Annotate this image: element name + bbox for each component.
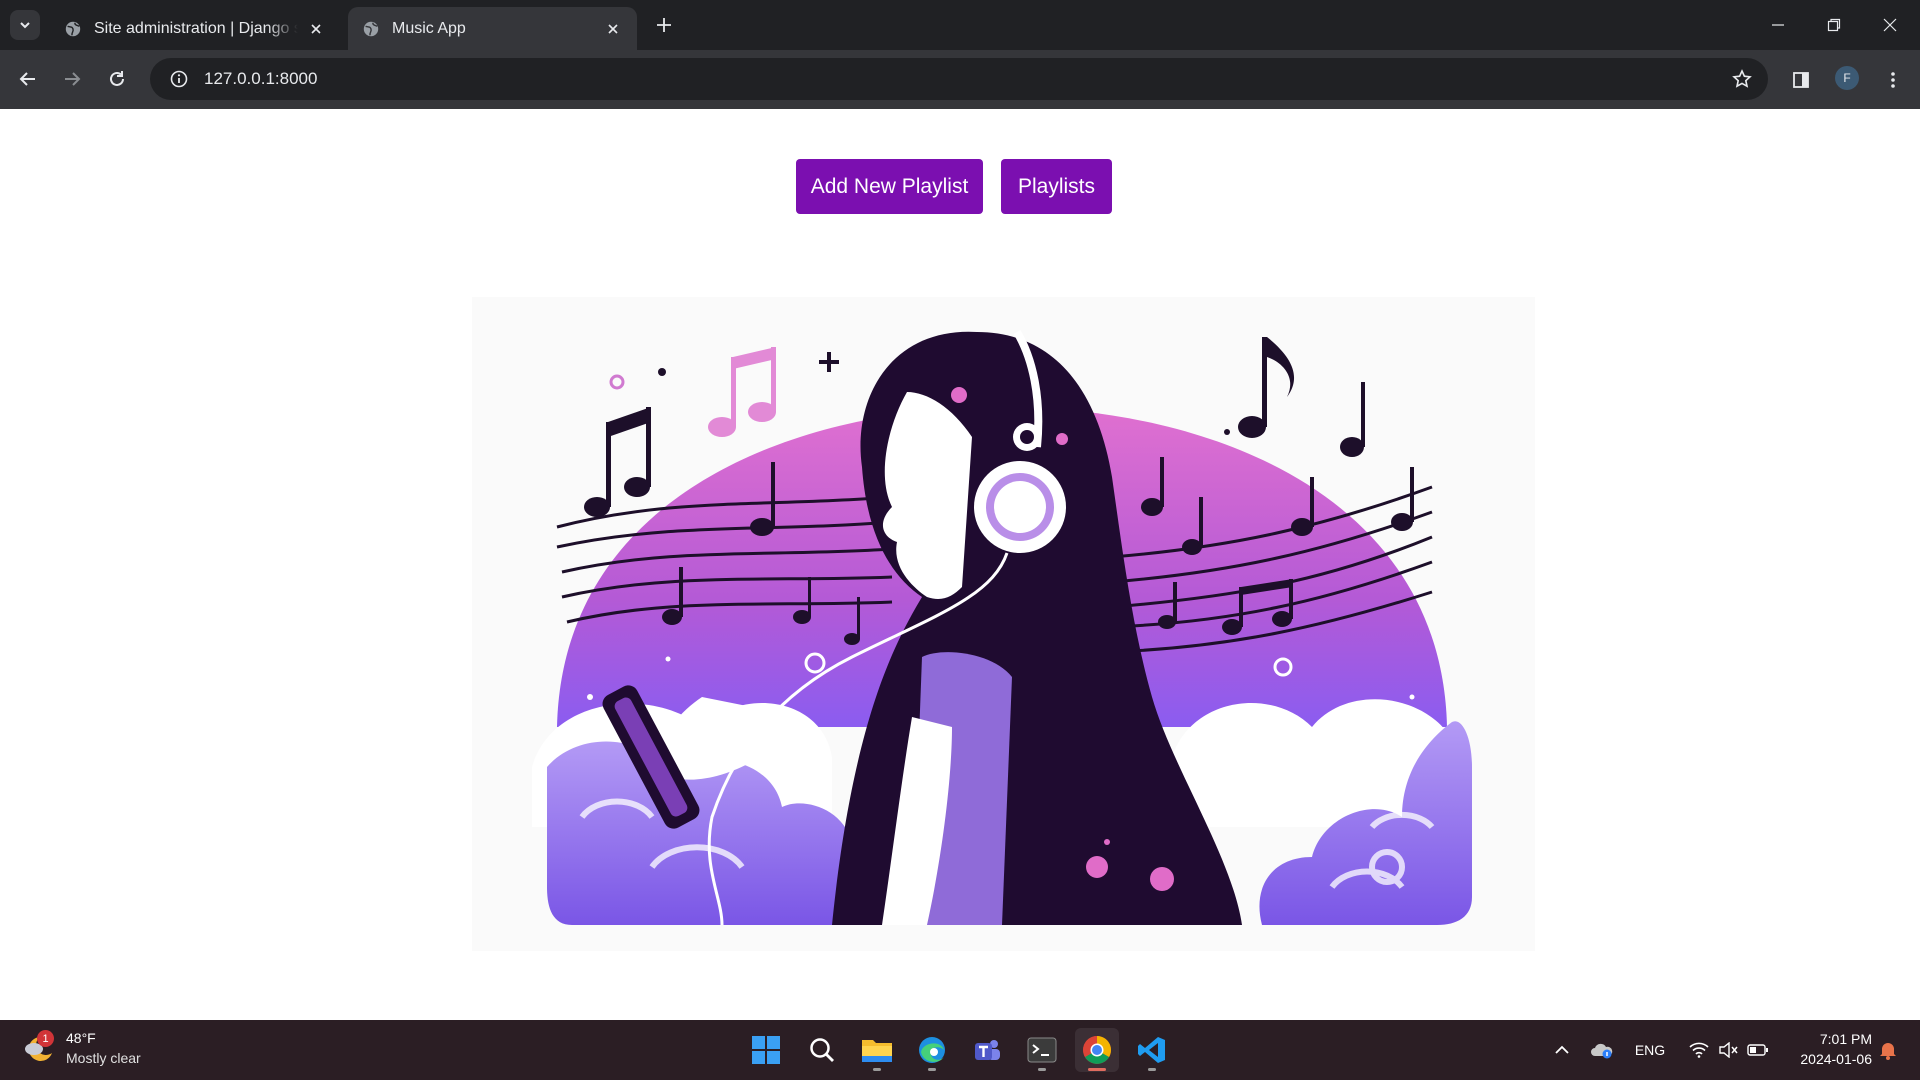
running-indicator: [873, 1068, 881, 1071]
kebab-menu-icon: [1891, 72, 1895, 88]
browser-toolbar: 127.0.0.1:8000: [0, 50, 1920, 109]
start-button[interactable]: [744, 1028, 788, 1072]
close-tab-icon[interactable]: [306, 19, 326, 39]
reload-icon: [110, 71, 124, 86]
hero-illustration: [472, 297, 1535, 951]
profile-avatar[interactable]: F: [1835, 66, 1859, 90]
notification-bell-icon[interactable]: [1874, 1034, 1902, 1066]
browser-menu-button[interactable]: [1878, 65, 1908, 95]
vscode-button[interactable]: [1130, 1028, 1174, 1072]
tab-title: Music App: [392, 19, 466, 37]
close-window-button[interactable]: [1862, 0, 1918, 50]
reload-button[interactable]: [102, 64, 132, 94]
show-hidden-icons-button[interactable]: [1550, 1034, 1574, 1066]
page-content: Add New Playlist Playlists: [0, 109, 1920, 1020]
chevron-up-icon: [1555, 1045, 1569, 1054]
close-tab-icon[interactable]: [603, 19, 623, 39]
close-icon: [1883, 18, 1897, 32]
globe-icon: [65, 21, 81, 36]
add-new-playlist-button[interactable]: Add New Playlist: [796, 159, 983, 214]
battery-icon[interactable]: [1744, 1034, 1772, 1066]
chrome-icon: [1083, 1036, 1111, 1064]
wifi-icon[interactable]: [1684, 1034, 1714, 1066]
running-indicator: [1038, 1068, 1046, 1071]
windows-taskbar: 1 48°F Mostly clear ENG 7:01 PM 2024-01-…: [0, 1020, 1920, 1080]
bookmark-star-icon[interactable]: [1730, 67, 1754, 91]
address-bar[interactable]: 127.0.0.1:8000: [150, 58, 1768, 100]
running-indicator: [1148, 1068, 1156, 1071]
terminal-button[interactable]: [1020, 1028, 1064, 1072]
arrow-left-icon: [19, 72, 35, 86]
site-info-icon[interactable]: [158, 58, 200, 100]
arrow-right-icon: [65, 72, 81, 86]
folder-icon: [862, 1040, 892, 1062]
plus-icon: [657, 18, 671, 32]
tab-music-app[interactable]: Music App: [348, 7, 637, 50]
weather-temperature: 48°F: [66, 1030, 96, 1046]
terminal-icon: [1027, 1037, 1057, 1063]
running-indicator: [928, 1068, 936, 1071]
edge-button[interactable]: [910, 1028, 954, 1072]
forward-button[interactable]: [57, 64, 87, 94]
weather-widget[interactable]: 1 48°F Mostly clear: [20, 1028, 141, 1068]
clock-time: 7:01 PM: [1819, 1031, 1872, 1047]
url-text: 127.0.0.1:8000: [204, 69, 318, 88]
teams-button[interactable]: [965, 1028, 1009, 1072]
restore-icon: [1827, 18, 1841, 32]
system-clock[interactable]: 7:01 PM 2024-01-06: [1782, 1029, 1872, 1069]
cloud-sync-icon: [1591, 1043, 1613, 1059]
chrome-button[interactable]: [1075, 1028, 1119, 1072]
vscode-icon: [1138, 1037, 1165, 1063]
weather-badge: 1: [37, 1030, 54, 1047]
clock-date: 2024-01-06: [1800, 1051, 1872, 1067]
playlists-button[interactable]: Playlists: [1001, 159, 1112, 214]
chevron-down-icon: [20, 22, 30, 29]
teams-icon: [975, 1040, 1000, 1060]
side-panel-icon: [1793, 72, 1809, 88]
tab-django-admin[interactable]: Site administration | Django site admin: [50, 7, 340, 50]
taskbar-search-button[interactable]: [800, 1028, 844, 1072]
new-tab-button[interactable]: [652, 13, 676, 37]
globe-icon: [363, 21, 379, 36]
weather-description: Mostly clear: [66, 1050, 141, 1066]
side-panel-button[interactable]: [1786, 65, 1816, 95]
edge-browser-icon: [919, 1037, 945, 1063]
running-indicator: [1088, 1068, 1106, 1071]
girl-with-headphones-illustration: [472, 297, 1535, 951]
back-button[interactable]: [13, 64, 43, 94]
minimize-button[interactable]: [1750, 0, 1806, 50]
search-icon: [810, 1038, 834, 1062]
minimize-icon: [1772, 24, 1784, 26]
restore-button[interactable]: [1806, 0, 1862, 50]
onedrive-tray[interactable]: [1588, 1034, 1616, 1066]
tab-search-button[interactable]: [10, 10, 40, 40]
tab-title: Site administration | Django site admin: [94, 19, 298, 37]
input-language[interactable]: ENG: [1630, 1034, 1670, 1066]
file-explorer-button[interactable]: [855, 1028, 899, 1072]
windows-logo-icon: [752, 1036, 780, 1064]
volume-muted-icon[interactable]: [1714, 1034, 1742, 1066]
tab-strip: Site administration | Django site admin …: [0, 0, 1920, 50]
weather-moon-icon: 1: [20, 1029, 58, 1067]
